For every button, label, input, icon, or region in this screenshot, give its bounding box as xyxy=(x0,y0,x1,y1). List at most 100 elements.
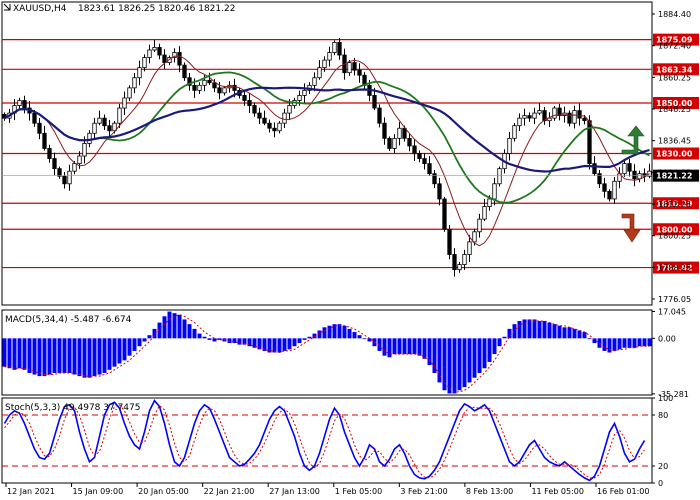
candle-body xyxy=(222,87,227,94)
macd-bar xyxy=(602,338,607,351)
candle-body xyxy=(442,198,447,230)
y-tick-label: 1836.45 xyxy=(658,137,691,146)
macd-bar xyxy=(182,319,187,339)
macd-bar xyxy=(2,338,7,367)
macd-bar xyxy=(12,338,17,370)
candle-body xyxy=(102,117,107,127)
candle-body xyxy=(372,95,377,109)
macd-tick-label: 0.00 xyxy=(658,334,676,343)
macd-bar xyxy=(107,338,112,370)
macd-bar xyxy=(622,338,627,348)
x-tick-label: 8 Feb 13:00 xyxy=(466,487,513,496)
candle-body xyxy=(412,145,417,154)
candle-body xyxy=(132,77,137,89)
candle-body xyxy=(277,122,282,132)
candle-body xyxy=(72,163,77,172)
candle-body xyxy=(317,67,322,79)
candle-body xyxy=(217,87,222,94)
macd-bar xyxy=(52,338,57,373)
candle-body xyxy=(157,47,162,56)
candle-body xyxy=(477,218,482,233)
candle-body xyxy=(57,168,62,177)
macd-bar xyxy=(322,327,327,339)
macd-bar xyxy=(397,338,402,355)
candle-body xyxy=(402,127,407,139)
candle-body xyxy=(322,59,327,69)
candle-body xyxy=(427,163,432,175)
candle-body xyxy=(162,54,167,64)
macd-bar xyxy=(632,338,637,348)
candle-body xyxy=(407,137,412,147)
macd-bar xyxy=(557,325,562,339)
candle-body xyxy=(527,115,532,119)
candle-body xyxy=(62,175,67,185)
macd-bar xyxy=(42,338,47,377)
candle-body xyxy=(627,163,632,172)
macd-bar xyxy=(297,338,302,344)
macd-bar xyxy=(412,338,417,355)
candle-body xyxy=(122,97,127,109)
macd-bar xyxy=(532,319,537,339)
macd-bar xyxy=(457,338,462,391)
macd-bar xyxy=(627,338,632,348)
y-tick-label: 1812.25 xyxy=(658,200,691,209)
macd-bar xyxy=(472,338,477,378)
candle-body xyxy=(87,132,92,144)
candle-body xyxy=(92,122,97,134)
macd-bar xyxy=(237,338,242,345)
candle-body xyxy=(592,163,597,175)
y-tick-label: 1884.40 xyxy=(658,10,691,19)
x-tick-label: 16 Feb 01:00 xyxy=(597,487,649,496)
candle-body xyxy=(337,42,342,56)
candle-body xyxy=(117,107,122,124)
macd-bar xyxy=(337,324,342,339)
macd-bar xyxy=(187,324,192,339)
macd-label: MACD(5,34,4) -5.487 -6.674 xyxy=(5,315,132,325)
candle-body xyxy=(97,117,102,124)
x-tick-label: 27 Jan 13:00 xyxy=(269,487,320,496)
macd-bar xyxy=(247,338,252,347)
candle-body xyxy=(377,107,382,124)
macd-bar xyxy=(117,338,122,364)
stoch-tick-label: 80 xyxy=(658,411,668,420)
y-tick-label: 1776.05 xyxy=(658,295,691,304)
macd-bar xyxy=(22,338,27,370)
macd-bar xyxy=(527,319,532,339)
ohlc-label: 1823.61 1826.25 1820.46 1821.22 xyxy=(78,4,235,14)
macd-bar xyxy=(612,338,617,351)
macd-bar xyxy=(467,338,472,383)
candle-body xyxy=(382,122,387,139)
candle-body xyxy=(47,148,52,159)
macd-bar xyxy=(482,338,487,369)
candle-body xyxy=(607,190,612,200)
candle-body xyxy=(487,198,492,207)
macd-bar xyxy=(342,325,347,339)
candle-body xyxy=(252,105,257,114)
macd-bar xyxy=(112,338,117,367)
macd-bar xyxy=(637,338,642,347)
macd-bar xyxy=(77,338,82,377)
candle-body xyxy=(467,241,472,255)
candle-body xyxy=(462,254,467,266)
macd-bar xyxy=(477,338,482,373)
candle-body xyxy=(267,122,272,129)
x-tick-label: 20 Jan 05:00 xyxy=(138,487,189,496)
macd-bar xyxy=(352,332,357,339)
x-tick-label: 3 Feb 21:00 xyxy=(400,487,447,496)
candle-body xyxy=(582,117,587,122)
candle-body xyxy=(472,231,477,243)
candle-body xyxy=(437,183,442,200)
macd-bar xyxy=(587,338,592,340)
macd-bar xyxy=(37,338,42,377)
macd-bar xyxy=(302,338,307,340)
candle-body xyxy=(232,84,237,91)
candle-body xyxy=(197,84,202,91)
macd-bar xyxy=(122,338,127,361)
candle-body xyxy=(392,137,397,149)
candle-body xyxy=(32,112,37,124)
candle-body xyxy=(507,137,512,154)
macd-bar xyxy=(582,332,587,339)
candle-body xyxy=(297,95,302,101)
macd-bar xyxy=(502,336,507,339)
macd-bar xyxy=(292,338,297,347)
